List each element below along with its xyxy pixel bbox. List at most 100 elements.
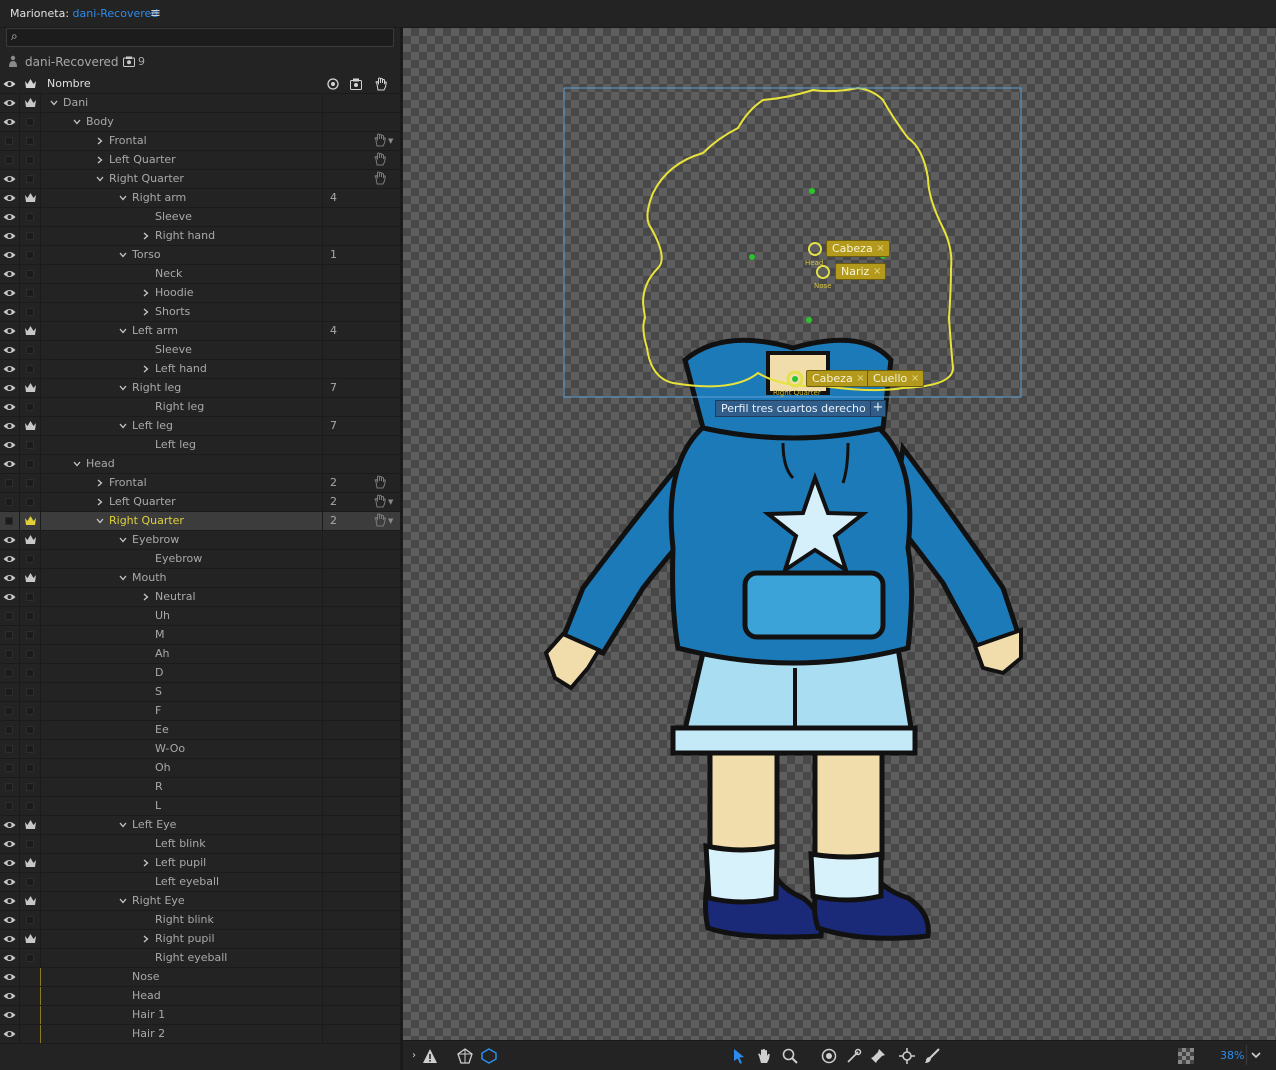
tree-row[interactable]: Right Quarter 2 ▼ bbox=[0, 512, 400, 531]
eye-icon[interactable] bbox=[3, 1011, 16, 1019]
crown-icon[interactable] bbox=[24, 819, 37, 830]
crown-icon[interactable] bbox=[24, 572, 37, 583]
eye-icon[interactable] bbox=[3, 99, 16, 107]
tree-row[interactable]: Eyebrow bbox=[0, 531, 400, 550]
tree-row[interactable]: Torso 1 bbox=[0, 246, 400, 265]
hand-pan-icon[interactable] bbox=[757, 1048, 773, 1064]
independent-toggle-off[interactable] bbox=[26, 764, 34, 772]
crown-icon[interactable] bbox=[24, 515, 37, 526]
add-tag-button[interactable]: + bbox=[870, 400, 886, 417]
tree-row[interactable]: Right leg 7 bbox=[0, 379, 400, 398]
chevron-down-icon[interactable] bbox=[1251, 1052, 1261, 1059]
chevron-right-icon[interactable] bbox=[97, 498, 103, 506]
hamburger-icon[interactable]: ≡ bbox=[150, 6, 161, 21]
tag-cabeza-origin[interactable]: Cabeza × bbox=[806, 370, 870, 387]
independent-toggle-off[interactable] bbox=[26, 251, 34, 259]
tree-row[interactable]: F bbox=[0, 702, 400, 721]
chevron-right-icon[interactable] bbox=[143, 308, 149, 316]
tree-row[interactable]: Nose bbox=[0, 968, 400, 987]
chevron-right-icon[interactable] bbox=[143, 365, 149, 373]
transparency-icon[interactable] bbox=[457, 1048, 473, 1064]
tag-cuello[interactable]: Cuello × bbox=[867, 370, 925, 387]
eye-icon[interactable] bbox=[3, 593, 16, 601]
crown-icon[interactable] bbox=[24, 895, 37, 906]
visibility-toggle-off[interactable] bbox=[5, 479, 13, 487]
visibility-toggle-off[interactable] bbox=[5, 650, 13, 658]
tree-row[interactable]: Left pupil bbox=[0, 854, 400, 873]
hand-icon[interactable] bbox=[374, 171, 386, 185]
close-icon[interactable]: × bbox=[856, 371, 864, 386]
tag-perfil-tres-cuartos[interactable]: Perfil tres cuartos derecho× bbox=[715, 400, 883, 417]
tree-row[interactable]: D bbox=[0, 664, 400, 683]
warning-icon[interactable] bbox=[422, 1048, 438, 1064]
visibility-toggle-off[interactable] bbox=[5, 726, 13, 734]
tree-row[interactable]: Sleeve bbox=[0, 208, 400, 227]
eye-icon[interactable] bbox=[3, 897, 16, 905]
independent-toggle-off[interactable] bbox=[26, 498, 34, 506]
crown-icon[interactable] bbox=[24, 192, 37, 203]
crown-cell[interactable] bbox=[20, 1025, 41, 1043]
tree-row[interactable]: Left Quarter bbox=[0, 151, 400, 170]
chevron-down-icon[interactable] bbox=[119, 423, 127, 429]
dragger-icon[interactable] bbox=[899, 1048, 915, 1064]
tree-row[interactable]: Right arm 4 bbox=[0, 189, 400, 208]
chevron-down-icon[interactable] bbox=[119, 385, 127, 391]
crown-icon[interactable] bbox=[24, 857, 37, 868]
eye-icon[interactable] bbox=[3, 175, 16, 183]
eye-icon[interactable] bbox=[3, 1030, 16, 1038]
tree-row[interactable]: Right blink bbox=[0, 911, 400, 930]
checkerboard-icon[interactable] bbox=[1178, 1048, 1194, 1064]
chevron-down-icon[interactable] bbox=[73, 461, 81, 467]
close-icon[interactable]: × bbox=[873, 264, 881, 279]
eye-icon[interactable] bbox=[3, 251, 16, 259]
scene-canvas[interactable]: Cabeza × Nariz × Cabeza × Cuello × Perfil tr… bbox=[403, 28, 1276, 1040]
eye-icon[interactable] bbox=[3, 878, 16, 886]
mesh-icon[interactable] bbox=[481, 1048, 497, 1064]
chevron-right-icon[interactable] bbox=[143, 935, 149, 943]
tree-row[interactable]: Left arm 4 bbox=[0, 322, 400, 341]
hand-icon[interactable] bbox=[374, 133, 386, 147]
handle-brush-icon[interactable] bbox=[924, 1048, 940, 1064]
eye-icon[interactable] bbox=[3, 441, 16, 449]
zoom-level[interactable]: 38% bbox=[1220, 1049, 1244, 1062]
tree-row[interactable]: Dani bbox=[0, 94, 400, 113]
column-name-header[interactable]: Nombre bbox=[47, 77, 91, 90]
close-icon[interactable]: × bbox=[876, 241, 884, 256]
independent-toggle-off[interactable] bbox=[26, 118, 34, 126]
tree-row[interactable]: Right eyeball bbox=[0, 949, 400, 968]
eye-icon[interactable] bbox=[3, 80, 16, 88]
document-name[interactable]: dani-Recovered bbox=[73, 7, 159, 20]
tree-row[interactable]: Frontal ▼ bbox=[0, 132, 400, 151]
tree-row[interactable]: Neck bbox=[0, 265, 400, 284]
crown-icon[interactable] bbox=[24, 97, 37, 108]
mesh-handle-dot[interactable] bbox=[806, 317, 812, 323]
visibility-toggle-off[interactable] bbox=[5, 156, 13, 164]
crown-icon[interactable] bbox=[24, 534, 37, 545]
crown-cell[interactable] bbox=[20, 968, 41, 986]
tree-row[interactable]: Oh bbox=[0, 759, 400, 778]
close-icon[interactable]: × bbox=[911, 371, 919, 386]
dropdown-arrow-icon[interactable]: ▼ bbox=[388, 517, 393, 525]
independent-toggle-off[interactable] bbox=[26, 783, 34, 791]
dropdown-arrow-icon[interactable]: ▼ bbox=[388, 498, 393, 506]
visibility-toggle-off[interactable] bbox=[5, 745, 13, 753]
tree-row[interactable]: Ah bbox=[0, 645, 400, 664]
chevron-down-icon[interactable] bbox=[119, 328, 127, 334]
chevron-down-icon[interactable] bbox=[96, 176, 104, 182]
independent-toggle-off[interactable] bbox=[26, 137, 34, 145]
chevron-right-icon[interactable] bbox=[97, 137, 103, 145]
origin-icon[interactable] bbox=[821, 1048, 837, 1064]
tree-row[interactable]: Left Quarter 2 ▼ bbox=[0, 493, 400, 512]
tree-row[interactable]: Right pupil bbox=[0, 930, 400, 949]
eye-icon[interactable] bbox=[3, 821, 16, 829]
tree-row[interactable]: Left hand bbox=[0, 360, 400, 379]
independent-toggle-off[interactable] bbox=[26, 441, 34, 449]
independent-toggle-off[interactable] bbox=[26, 954, 34, 962]
eye-icon[interactable] bbox=[3, 859, 16, 867]
visibility-toggle-off[interactable] bbox=[5, 669, 13, 677]
chevron-right-icon[interactable] bbox=[97, 479, 103, 487]
eye-icon[interactable] bbox=[3, 574, 16, 582]
nose-handle-icon[interactable] bbox=[816, 265, 830, 279]
independent-toggle-off[interactable] bbox=[26, 840, 34, 848]
chevron-down-icon[interactable] bbox=[119, 822, 127, 828]
